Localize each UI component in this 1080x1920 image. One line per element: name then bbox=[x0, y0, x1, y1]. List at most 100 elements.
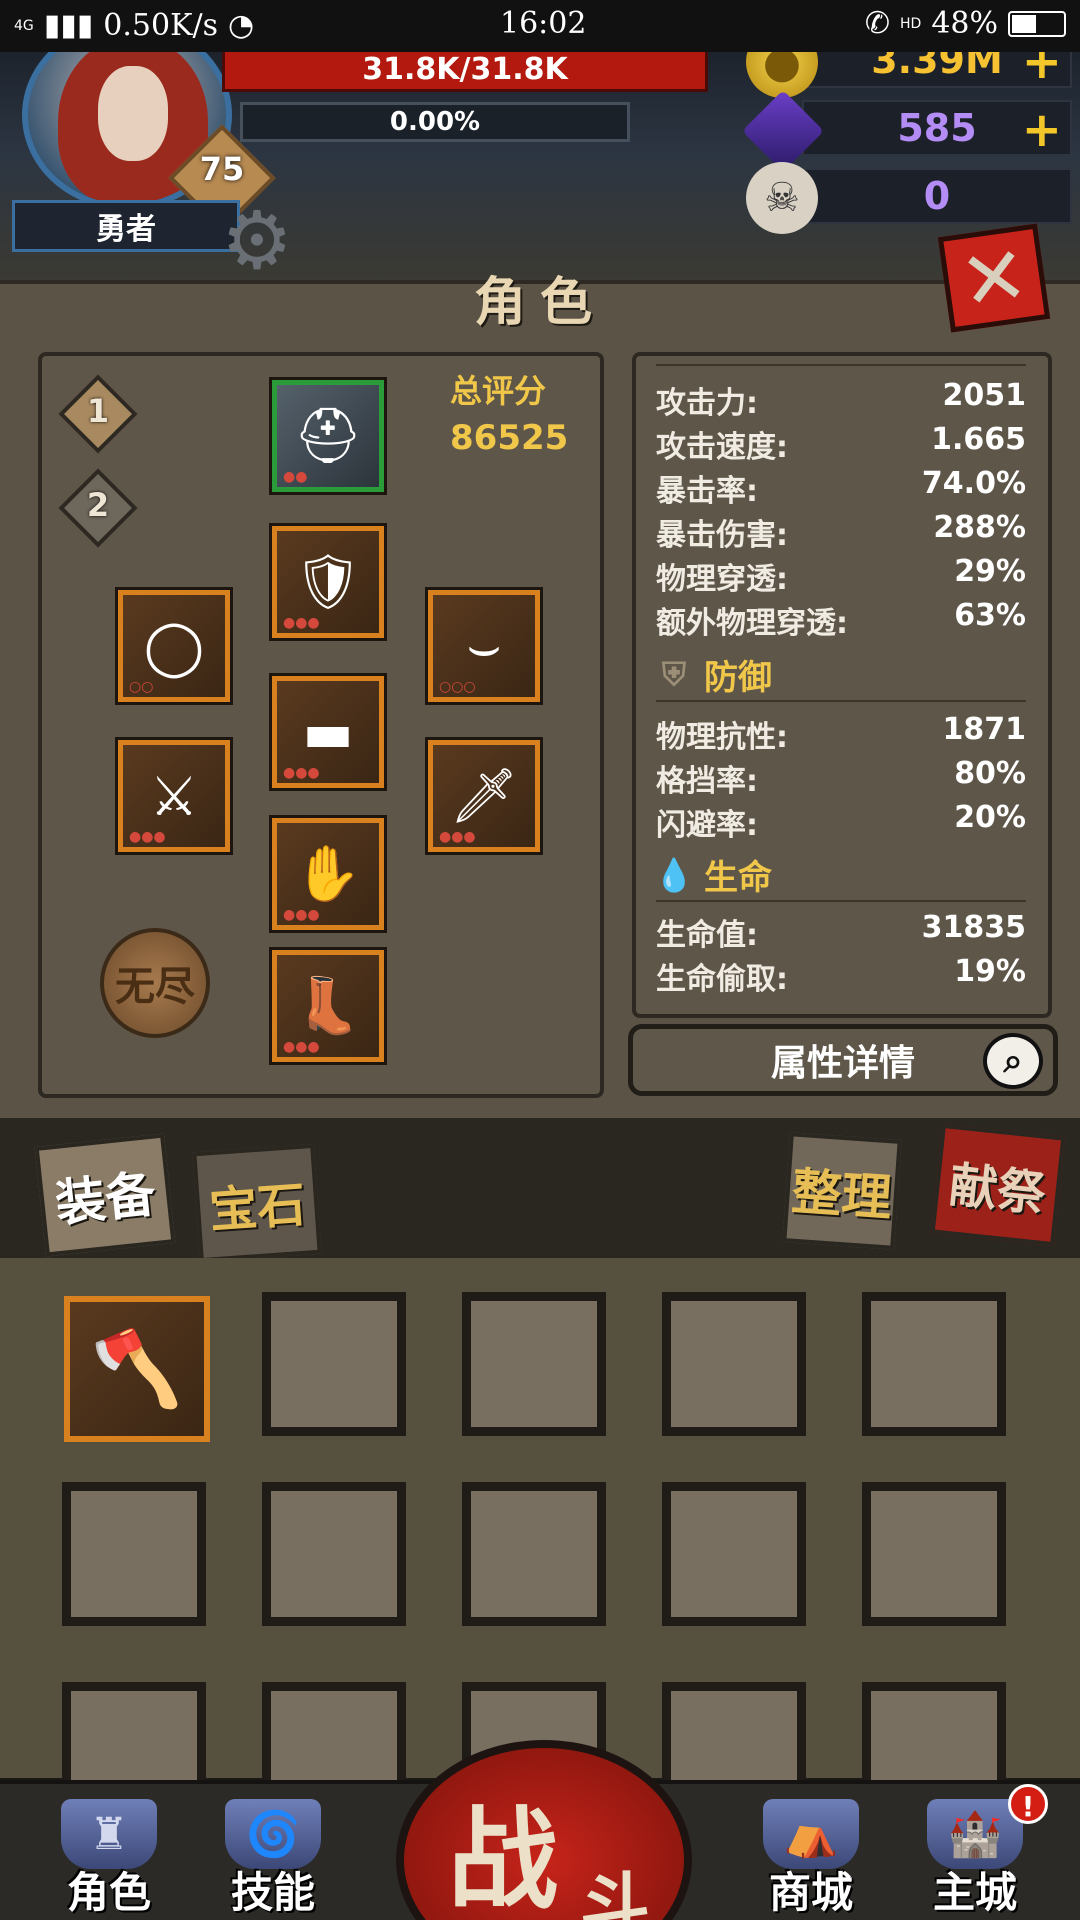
stat-crit-damage: 暴击伤害: 288% bbox=[656, 510, 1026, 553]
search-icon: ⌕ bbox=[983, 1033, 1043, 1089]
armor-icon: 🛡 bbox=[293, 550, 363, 613]
armor-slot[interactable]: 🛡 ●●● bbox=[272, 526, 384, 638]
inventory-item-axe[interactable]: 🪓 bbox=[64, 1296, 210, 1442]
shield-icon: ⛨ bbox=[661, 655, 686, 693]
close-icon: ✕ bbox=[954, 227, 1034, 329]
belt-slot[interactable]: ▬ ●●● bbox=[272, 676, 384, 788]
score-value: 86525 bbox=[450, 418, 569, 458]
network-speed: 0.50K/s bbox=[103, 8, 219, 43]
endless-seal-icon[interactable]: 无尽 bbox=[100, 928, 210, 1038]
gem-dots: ●●● bbox=[129, 829, 166, 845]
life-section-title: 💧 生命 bbox=[654, 855, 772, 899]
inventory-slot[interactable] bbox=[662, 1482, 806, 1626]
tab-gems[interactable]: 宝石 bbox=[192, 1143, 322, 1263]
nav-character[interactable]: ♜ 角色 bbox=[44, 1792, 174, 1920]
call-icon: ✆ bbox=[864, 6, 890, 41]
score-label: 总评分 bbox=[450, 372, 547, 410]
gem-dots: ○○○ bbox=[439, 679, 476, 695]
boots-slot[interactable]: 👢 ●●● bbox=[272, 950, 384, 1062]
defense-section-title: ⛨ 防御 bbox=[656, 650, 772, 699]
axe-icon: 🪓 bbox=[90, 1325, 184, 1412]
offhand-slot[interactable]: 🗡 ●●● bbox=[428, 740, 540, 852]
gem-dots: ●●● bbox=[283, 765, 320, 781]
rapier-icon: 🗡 bbox=[449, 764, 519, 827]
ring-slot[interactable]: ◯ ○○ bbox=[118, 590, 230, 702]
attribute-details-button[interactable]: 属性详情 ⌕ bbox=[628, 1024, 1058, 1096]
page-title: 角色 bbox=[473, 273, 606, 333]
boots-icon: 👢 bbox=[294, 974, 362, 1037]
hp-bar: 31.8K/31.8K bbox=[222, 46, 708, 92]
set-tab-2-label: 2 bbox=[86, 486, 110, 524]
player-name: 勇者 bbox=[12, 200, 240, 252]
divider bbox=[656, 900, 1026, 902]
sort-button[interactable]: 整理 bbox=[782, 1132, 902, 1250]
battery-percent: 48% bbox=[931, 6, 998, 41]
status-left: 4G ▮▮▮ 0.50K/s ◔ bbox=[14, 8, 254, 43]
stat-attack-speed: 攻击速度: 1.665 bbox=[656, 422, 1026, 465]
city-alert-badge: ! bbox=[1008, 1784, 1048, 1824]
stat-extra-phys-pen: 额外物理穿透: 63% bbox=[656, 598, 1026, 641]
hero-face bbox=[98, 66, 168, 161]
helmet-slot[interactable]: ⛑ ●● bbox=[272, 380, 384, 492]
network-type: 4G bbox=[14, 17, 34, 34]
inventory-slot[interactable] bbox=[862, 1292, 1006, 1436]
necklace-icon: ⌣ bbox=[466, 614, 502, 677]
skull-counter: ☠ 0 bbox=[746, 162, 1072, 234]
sacrifice-button[interactable]: 献祭 bbox=[930, 1123, 1066, 1247]
battle-label-main: 战 bbox=[448, 1795, 558, 1920]
add-gem-button[interactable]: + bbox=[1022, 106, 1062, 154]
sword-icon: ⚔ bbox=[149, 764, 199, 828]
belt-icon: ▬ bbox=[302, 700, 354, 764]
gem-dots: ●●● bbox=[283, 1039, 320, 1055]
stat-life-steal: 生命偷取: 19% bbox=[656, 954, 1026, 997]
nav-shop[interactable]: ⛺ 商城 bbox=[746, 1792, 876, 1920]
status-right: ✆ HD 48% bbox=[865, 6, 1066, 41]
mainhand-slot[interactable]: ⚔ ●●● bbox=[118, 740, 230, 852]
gem-amount: 585 bbox=[897, 106, 977, 150]
close-button[interactable]: ✕ bbox=[937, 223, 1051, 333]
inventory-slot[interactable] bbox=[662, 1292, 806, 1436]
inventory-slot[interactable] bbox=[862, 1482, 1006, 1626]
tab-equipment[interactable]: 装备 bbox=[34, 1133, 176, 1257]
inventory-slot[interactable] bbox=[462, 1292, 606, 1436]
inventory-slot[interactable] bbox=[262, 1482, 406, 1626]
inventory-slot[interactable] bbox=[62, 1482, 206, 1626]
attribute-details-label: 属性详情 bbox=[770, 1043, 915, 1084]
stat-crit-rate: 暴击率: 74.0% bbox=[656, 466, 1026, 509]
battle-label-sub: 斗 bbox=[580, 1864, 650, 1920]
stat-phys-resist: 物理抗性: 1871 bbox=[656, 712, 1026, 755]
stat-phys-pen: 物理穿透: 29% bbox=[656, 554, 1026, 597]
xp-bar: 0.00% bbox=[240, 102, 630, 142]
skull-amount: 0 bbox=[923, 174, 951, 218]
gem-counter: 585 + bbox=[741, 89, 1072, 173]
stat-dodge-rate: 闪避率: 20% bbox=[656, 800, 1026, 843]
ram-skull-icon: ☠ bbox=[746, 162, 818, 234]
gem-dots: ●● bbox=[283, 469, 308, 485]
gem-dots: ●●● bbox=[439, 829, 476, 845]
necklace-slot[interactable]: ⌣ ○○○ bbox=[428, 590, 540, 702]
battery-fill bbox=[1012, 14, 1036, 33]
gloves-icon: ✋ bbox=[294, 842, 362, 905]
gem-dots: ●●● bbox=[283, 615, 320, 631]
clock: 16:02 bbox=[500, 6, 587, 41]
gem-dots: ○○ bbox=[129, 679, 154, 695]
battery-icon bbox=[1008, 10, 1066, 37]
set-tab-1-label: 1 bbox=[86, 392, 110, 430]
ring-icon: ◯ bbox=[143, 614, 205, 678]
divider bbox=[656, 364, 1026, 366]
inventory-slot[interactable] bbox=[462, 1482, 606, 1626]
hd-indicator: HD bbox=[900, 15, 922, 32]
helmet-icon: ⛑ bbox=[293, 404, 363, 467]
signal-icon: ▮▮▮ bbox=[43, 8, 94, 43]
level-value: 75 bbox=[199, 150, 245, 188]
stat-block-rate: 格挡率: 80% bbox=[656, 756, 1026, 799]
blood-drop-icon: 💧 bbox=[654, 855, 694, 894]
wifi-icon: ◔ bbox=[228, 8, 255, 43]
stat-attack: 攻击力: 2051 bbox=[656, 378, 1026, 421]
divider bbox=[656, 700, 1026, 702]
gloves-slot[interactable]: ✋ ●●● bbox=[272, 818, 384, 930]
gem-dots: ●●● bbox=[283, 907, 320, 923]
nav-skills[interactable]: 🌀 技能 bbox=[208, 1792, 338, 1920]
inventory-slot[interactable] bbox=[262, 1292, 406, 1436]
stat-hp: 生命值: 31835 bbox=[656, 910, 1026, 953]
